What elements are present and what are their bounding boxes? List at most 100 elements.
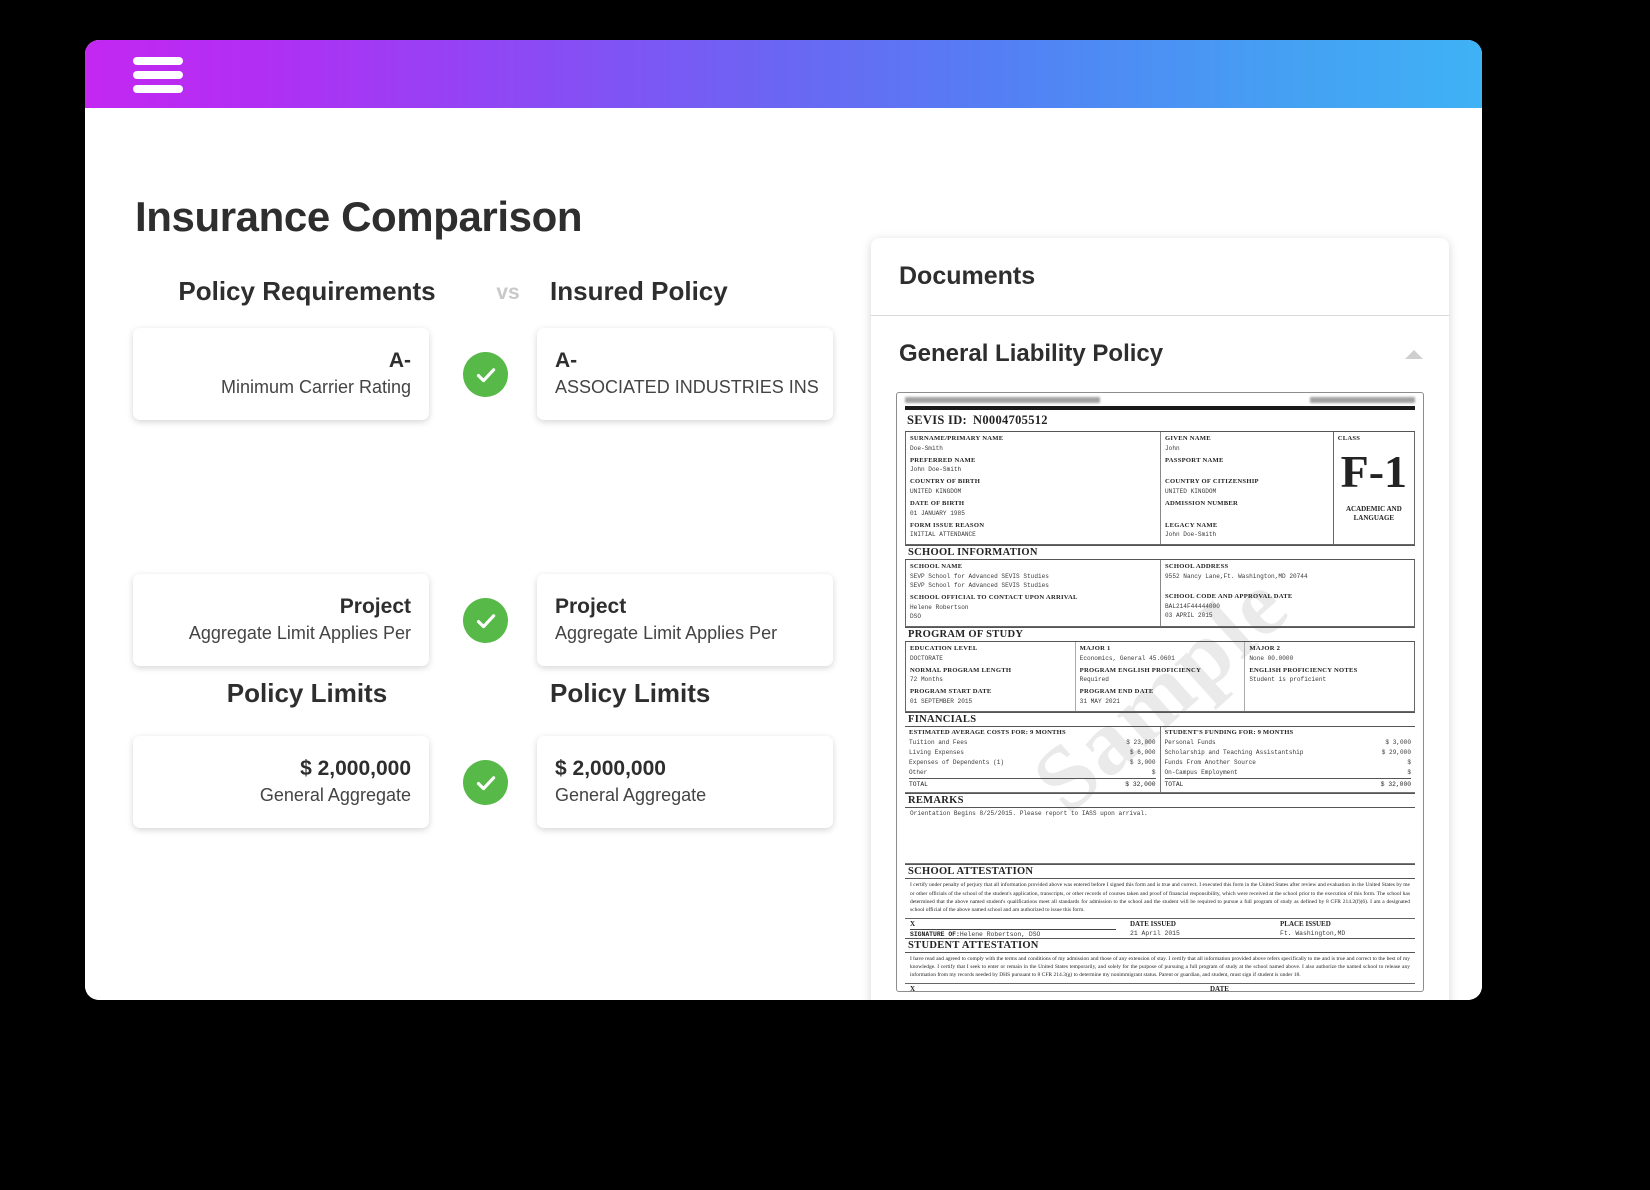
program-start-label: PROGRAM START DATE [910,688,992,696]
cost-amount: $ [1151,768,1156,776]
check-circle-icon [463,598,508,643]
hamburger-line [133,71,183,79]
cost-line: Other $ [909,768,1156,778]
school-code-value-2: 03 APRIL 2015 [1165,611,1213,619]
school-name-label: SCHOOL NAME [910,563,963,571]
cost-name: Other [909,768,928,776]
hamburger-line [133,85,183,93]
program-of-study-grid: EDUCATION LEVEL DOCTORATE NORMAL PROGRAM… [905,642,1415,713]
class-label: CLASS [1337,435,1361,442]
preferred-label: PREFERRED NAME [910,456,976,464]
section-header-limits-left: Policy Limits [226,678,388,708]
requirement-label: Aggregate Limit Applies Per [188,623,411,644]
cost-amount: $ 3,000 [1129,758,1156,766]
place-issued-label: PLACE ISSUED [1280,919,1331,928]
comparison-row: Project Aggregate Limit Applies Per Proj… [133,574,893,666]
student-funding-heading: STUDENT'S FUNDING FOR: 9 MONTHS [1164,729,1294,737]
document-accordion-title: General Liability Policy [899,340,1164,367]
school-information-heading: SCHOOL INFORMATION [905,545,1415,561]
date-issued-value: 21 April 2015 [1130,929,1280,937]
document-body: SEVIS ID: N0004705512 SURNAME/PRIMARY NAM… [897,393,1423,991]
remarks-text: Orientation Begins 8/25/2015. Please rep… [910,810,1148,818]
requirement-card[interactable]: A- Minimum Carrier Rating [133,328,429,420]
program-end-value: 31 MAY 2021 [1079,698,1120,706]
costs-total-label: TOTAL [909,780,928,788]
document-accordion-header[interactable]: General Liability Policy [871,316,1449,392]
school-left-col: SCHOOL NAME SEVP School for Advanced SEV… [906,560,1160,626]
sevis-id-row: SEVIS ID: N0004705512 [905,412,1415,432]
remarks-heading: REMARKS [905,793,1415,809]
major2-value: None 00.0000 [1249,654,1294,662]
class-col: CLASS F-1 ACADEMIC AND LANGUAGE [1332,432,1414,545]
school-code-label: SCHOOL CODE AND APPROVAL DATE [1165,593,1293,601]
estimated-costs-col: ESTIMATED AVERAGE COSTS FOR: 9 MONTHS Tu… [905,727,1160,792]
given-value: John [1165,444,1180,452]
personal-mid-col: GIVEN NAME John PASSPORT NAME COUNTRY OF… [1160,432,1333,545]
cost-line: Expenses of Dependents (1) $ 3,000 [909,758,1156,768]
school-signature-row: X SIGNATURE OF:Helene Robertson, DSO DAT… [905,917,1415,938]
admission-value [1165,509,1329,518]
funding-line: Personal Funds $ 3,000 [1165,738,1412,748]
school-attestation-text: I certify under penalty of perjury that … [910,882,1410,914]
education-level-value: DOCTORATE [910,654,943,662]
hamburger-menu-icon[interactable] [133,57,183,93]
insured-card[interactable]: A- ASSOCIATED INDUSTRIES INS [537,328,833,420]
funding-total-row: TOTAL $ 32,000 [1164,777,1411,791]
cob-value: UNITED KINGDOM [910,487,962,495]
program-start-value: 01 SEPTEMBER 2015 [910,698,973,706]
class-letter: F-1 [1340,445,1408,497]
coc-label: COUNTRY OF CITIZENSHIP [1165,478,1259,486]
cost-amount: $ 6,000 [1129,749,1156,757]
legacy-value: John Doe-Smith [1165,531,1217,539]
sevis-id-value: N0004705512 [973,413,1048,427]
class-subtitle: ACADEMIC AND LANGUAGE [1345,504,1402,523]
app-header-bar [85,40,1482,108]
place-issued-cell: PLACE ISSUED Ft. Washington,MD [1280,920,1410,938]
row-spacer [133,420,893,574]
insured-label: Aggregate Limit Applies Per [555,623,778,644]
place-issued-text: Ft. Washington,MD [1280,929,1346,937]
insured-value: $ 2,000,000 [555,757,666,781]
student-signature-cell: X SIGNATURE OF:John Doe-Smith [910,985,1210,991]
funding-line: Scholarship and Teaching Assistantship $… [1165,748,1412,758]
policy-limits-headers: Policy Limits Policy Limits [133,678,893,736]
personal-info-grid: SURNAME/PRIMARY NAME Doe-Smith PREFERRED… [905,432,1415,546]
school-name-value-2: SEVP School for Advanced SEVIS Studies [910,582,1049,590]
requirement-value: A- [388,349,411,373]
coc-value: UNITED KINGDOM [1165,487,1217,495]
student-attestation-text: I have read and agreed to comply with th… [910,955,1410,979]
surname-value: Doe-Smith [910,444,943,452]
funding-total-value: $ 32,000 [1380,780,1411,788]
dob-label: DATE OF BIRTH [910,500,965,508]
cost-name: Living Expenses [909,749,964,757]
row-spacer [133,666,893,678]
insured-label: ASSOCIATED INDUSTRIES INS [555,377,819,398]
passport-value [1165,465,1329,474]
comparison-column-headers: Policy Requirements vs Insured Policy [133,276,893,328]
requirement-value: Project [339,595,411,619]
app-window: Insurance Comparison Policy Requirements… [85,40,1482,1000]
issue-reason-label: FORM ISSUE REASON [910,521,985,529]
student-attestation-heading: STUDENT ATTESTATION [905,937,1415,953]
sevis-id-label: SEVIS ID: [907,413,968,427]
financials-heading: FINANCIALS [905,712,1415,728]
chevron-up-icon[interactable] [1405,349,1423,359]
program-col-2: MAJOR 1 Economics, General 45.0601 PROGR… [1074,642,1245,712]
funding-amount: $ 29,000 [1381,749,1411,757]
school-code-value-1: BAL214F44444000 [1165,602,1220,610]
program-end-label: PROGRAM END DATE [1079,688,1154,696]
requirement-card[interactable]: $ 2,000,000 General Aggregate [133,736,429,828]
document-preview-image[interactable]: Sample SEVIS ID: N0004705512 SURNAME/PRIM… [896,392,1424,992]
admission-label: ADMISSION NUMBER [1165,500,1239,508]
school-address-label: SCHOOL ADDRESS [1165,563,1229,571]
funding-name: Scholarship and Teaching Assistantship [1164,749,1304,757]
education-level-label: EDUCATION LEVEL [910,645,978,653]
insured-card[interactable]: Project Aggregate Limit Applies Per [537,574,833,666]
check-circle-icon [463,352,508,397]
program-length-label: NORMAL PROGRAM LENGTH [910,666,1012,674]
funding-total-label: TOTAL [1164,780,1184,788]
funding-amount: $ [1407,758,1411,766]
insured-card[interactable]: $ 2,000,000 General Aggregate [537,736,833,828]
requirement-card[interactable]: Project Aggregate Limit Applies Per [133,574,429,666]
check-circle-icon [463,760,508,805]
